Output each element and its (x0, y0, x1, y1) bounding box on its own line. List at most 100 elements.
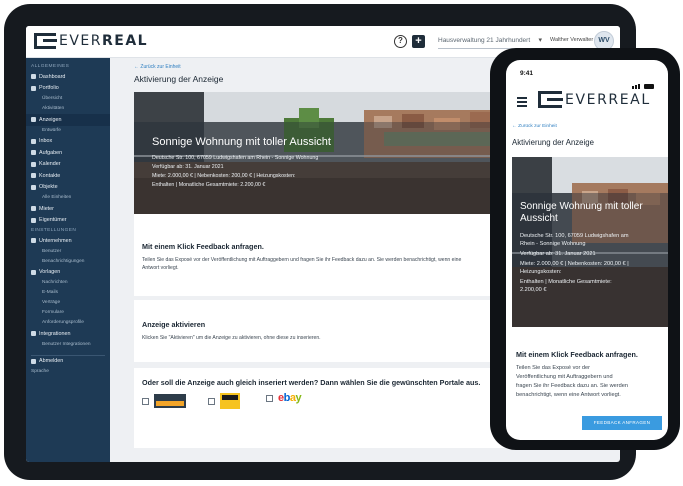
hero-title: Sonnige Wohnung mit toller Aussicht (152, 136, 331, 148)
sidebar-subitem[interactable]: Nachrichten (26, 278, 110, 288)
portals-title: Oder soll die Anzeige auch gleich inseri… (142, 378, 481, 387)
list-icon (31, 117, 36, 123)
sidebar-item-objekte[interactable]: Objekte (26, 182, 110, 194)
sidebar-section-heading: ALLGEMEINES (31, 64, 70, 69)
everreal-logo: EVERREAL (538, 91, 651, 108)
listing-hero: Sonnige Wohnung mit toller Aussicht Deuts… (512, 157, 668, 327)
feedback-text-line: Teilen Sie das Exposé vor der Veröffentl… (142, 257, 462, 263)
hero-line: Miete: 2.000,00 € | Nebenkosten: 200,00 … (520, 261, 629, 267)
portal-checkbox[interactable] (208, 397, 215, 405)
hero-availability: Verfügbar ab: 31. Januar 2021 (152, 164, 224, 170)
page-title: Aktivierung der Anzeige (512, 138, 594, 147)
sidebar-item-logout[interactable]: Abmelden (26, 356, 110, 368)
hero-total: Enthalten | Monatliche Gesamtmiete: 2.20… (152, 182, 266, 188)
sidebar-section-heading: EINSTELLUNGEN (31, 228, 77, 233)
sidebar-subitem[interactable]: Benachrichtigungen (26, 257, 110, 267)
sidebar-item-unternehmen[interactable]: Unternehmen (26, 235, 110, 247)
activate-text: Klicken Sie "Aktivieren" um die Anzeige … (142, 335, 321, 341)
sidebar-item-eigentuemer[interactable]: Eigentümer (26, 215, 110, 227)
company-select[interactable]: Hausverwaltung 21 Jahrhundert ▾ (438, 34, 542, 49)
sidebar-item-inbox[interactable]: Inbox (26, 136, 110, 148)
sidebar-subitem[interactable]: Alle Einheiten (26, 193, 110, 203)
balcony-photo (134, 92, 514, 214)
sidebar-item-aufgaben[interactable]: Aufgaben (26, 147, 110, 159)
pin-icon (31, 85, 36, 91)
logo-wordmark: EVERREAL (59, 33, 149, 49)
sidebar-subitem[interactable]: E-Mails (26, 288, 110, 298)
listing-hero: Sonnige Wohnung mit toller Aussicht Deut… (134, 92, 514, 214)
portal-option-immoscout[interactable] (142, 394, 186, 408)
sidebar-subitem[interactable]: Anforderungsprofile (26, 318, 110, 328)
company-select-value: Hausverwaltung 21 Jahrhundert (438, 37, 531, 44)
everreal-logo[interactable]: EVERREAL (34, 33, 148, 49)
sidebar-subitem[interactable]: Entwürfe (26, 126, 110, 136)
sidebar-item-dashboard[interactable]: Dashboard (26, 71, 110, 83)
signal-battery-icon (632, 71, 656, 89)
sidebar-subitem[interactable]: Formulare (26, 308, 110, 318)
inbox-icon (31, 138, 36, 144)
portal-option-ebay[interactable]: ebay (266, 392, 302, 404)
tenant-icon (31, 206, 36, 212)
activate-title: Anzeige aktivieren (142, 320, 206, 329)
chevron-down-icon: ▾ (538, 37, 542, 44)
calendar-icon (31, 161, 36, 167)
back-link[interactable]: ← Zurück zur Einheit (512, 124, 557, 129)
sidebar-subitem[interactable]: Verträge (26, 298, 110, 308)
add-icon[interactable]: + (412, 35, 425, 48)
page-title: Aktivierung der Anzeige (134, 74, 224, 84)
immobilienscout24-logo (154, 394, 186, 408)
logout-icon (31, 358, 36, 364)
sidebar-item-vorlagen[interactable]: Vorlagen (26, 267, 110, 279)
hero-line: Heizungskosten: (520, 269, 562, 275)
feedback-text-line: fragen Sie ihr Feedback dazu an. Sie wer… (516, 383, 628, 389)
feedback-title: Mit einem Klick Feedback anfragen. (142, 242, 264, 251)
user-name[interactable]: Walther Verwalter (550, 37, 593, 43)
feedback-text-line: Antwort vorliegt. (142, 265, 179, 271)
sidebar-subitem[interactable]: Übersicht (26, 94, 110, 104)
template-icon (31, 269, 36, 275)
hero-rent: Miete: 2.000,00 € | Nebenkosten: 200,00 … (152, 173, 296, 179)
portal-checkbox[interactable] (266, 394, 273, 402)
feedback-title: Mit einem Klick Feedback anfragen. (516, 350, 638, 359)
sidebar-item-mieter[interactable]: Mieter (26, 203, 110, 215)
sidebar-item-kontakte[interactable]: Kontakte (26, 170, 110, 182)
sidebar-item-integrationen[interactable]: Integrationen (26, 328, 110, 340)
activate-card: Anzeige aktivieren Klicken Sie "Aktivier… (134, 300, 514, 362)
help-icon[interactable]: ? (394, 35, 407, 48)
feedback-request-button[interactable]: FEEDBACK ANFRAGEN (582, 416, 662, 430)
sidebar-subitem[interactable]: Aktivitäten (26, 104, 110, 114)
sidebar-subitem[interactable]: Benutzer Integrationen (26, 340, 110, 350)
contacts-icon (31, 173, 36, 179)
company-icon (31, 238, 36, 244)
portals-card: Oder soll die Anzeige auch gleich inseri… (134, 368, 514, 448)
hero-line: Rhein - Sonnige Wohnung (520, 241, 586, 247)
hero-line: 2.200,00 € (520, 287, 547, 293)
sidebar-item-portfolio[interactable]: Portfolio (26, 83, 110, 95)
logo-mark-icon (34, 33, 57, 49)
feedback-text-line: benachrichtigt, wenn eine Antwort vorlie… (516, 392, 621, 398)
hero-line: Deutsche Str. 100, 67059 Ludwigshafen am (520, 233, 629, 239)
portal-option-immowelt[interactable] (208, 393, 240, 409)
hero-line: Enthalten | Monatliche Gesamtmiete: (520, 279, 612, 285)
sidebar-subitem[interactable]: Benutzer (26, 247, 110, 257)
sidebar-item-anzeigen[interactable]: Anzeigen (26, 114, 110, 126)
integration-icon (31, 331, 36, 337)
device-mockup-stage: EVERREAL ? + Hausverwaltung 21 Jahrhunde… (0, 0, 683, 486)
task-icon (31, 150, 36, 156)
immowelt-logo (220, 393, 240, 409)
feedback-text-line: Teilen Sie das Exposé vor der (516, 365, 591, 371)
hamburger-menu-icon[interactable] (517, 97, 527, 109)
grid-icon (31, 74, 36, 80)
sidebar-item-kalender[interactable]: Kalender (26, 159, 110, 171)
status-time: 9:41 (520, 70, 534, 77)
hero-address: Deutsche Str. 100, 67059 Ludwigshafen am… (152, 155, 319, 161)
hero-line: Verfügbar ab: 31. Januar 2021 (520, 251, 596, 257)
sidebar-language[interactable]: Sprache (26, 367, 110, 377)
objects-icon (31, 184, 36, 190)
owner-icon (31, 217, 36, 223)
phone-frame: 9:41 EVERREAL ← Zurück zur Einheit Aktiv… (490, 48, 680, 450)
logo-wordmark: EVERREAL (565, 91, 651, 108)
back-link[interactable]: ← Zurück zur Einheit (134, 64, 181, 70)
portal-checkbox[interactable] (142, 397, 149, 405)
phone-screen: 9:41 EVERREAL ← Zurück zur Einheit Aktiv… (506, 60, 668, 440)
